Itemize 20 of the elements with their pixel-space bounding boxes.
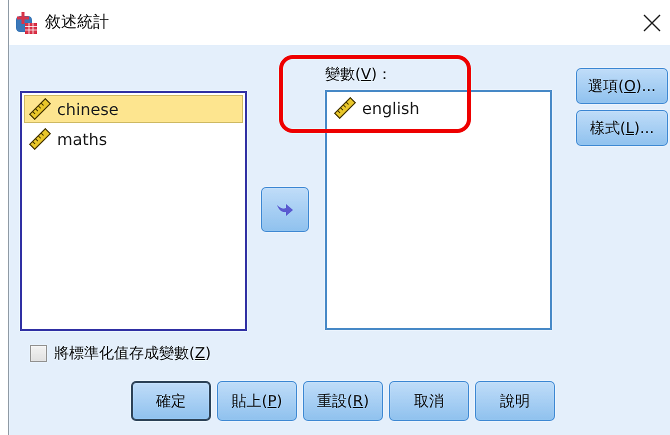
side-button[interactable]: 樣式(L)... [576,110,668,146]
dialog-button[interactable]: 說明 [475,381,555,421]
close-icon[interactable] [642,12,662,32]
variables-list[interactable]: english [325,90,552,330]
variable-item[interactable]: chinese [24,95,243,123]
source-variable-list[interactable]: chinese maths [20,91,247,331]
checkbox-label: 將標準化值存成變數(Z) [54,344,211,363]
variables-label: 變數(V)： [325,65,393,84]
variable-item[interactable]: maths [24,125,243,153]
dialog-button[interactable]: 取消 [389,381,469,421]
window-title: 敘述統計 [45,12,110,33]
side-button[interactable]: 選項(O)... [576,68,668,104]
dialog-button[interactable]: 貼上(P) [217,381,297,421]
variable-item[interactable]: english [329,94,548,122]
dialog-button[interactable]: 重設(R) [303,381,383,421]
move-button[interactable] [261,187,309,232]
dialog-button[interactable]: 確定 [131,381,211,421]
arrow-icon [276,202,294,218]
app-icon [15,10,39,34]
checkbox[interactable] [30,345,47,362]
